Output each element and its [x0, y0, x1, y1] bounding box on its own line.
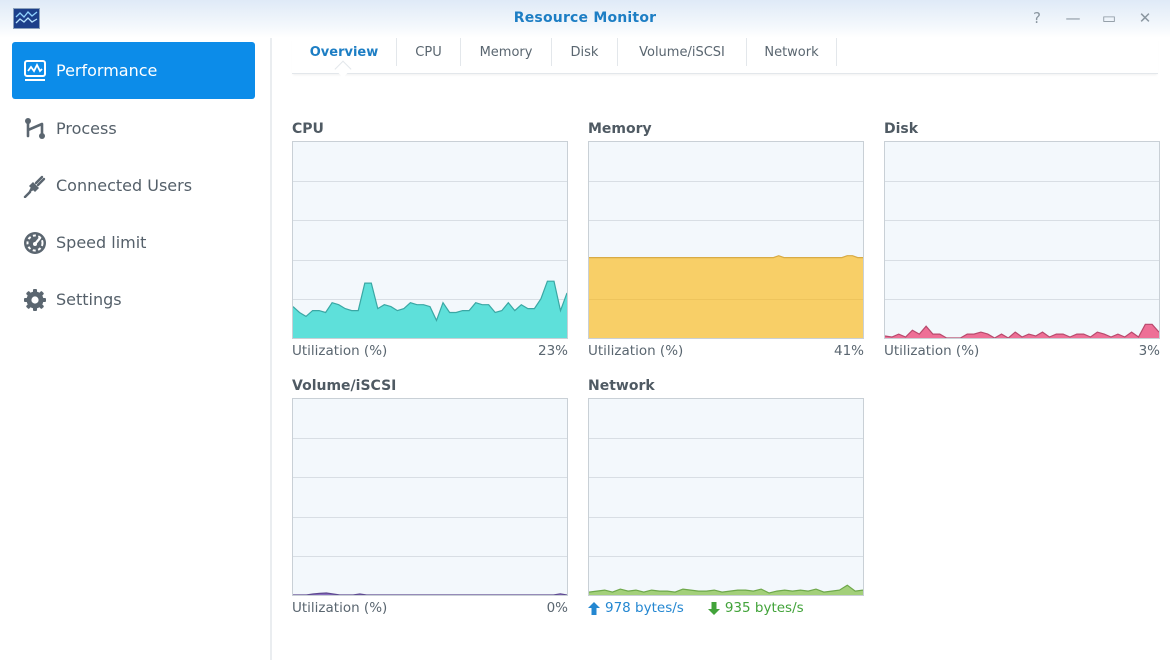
network-panel: Network 978 bytes/s 935 bytes/s — [588, 378, 864, 616]
memory-area — [589, 255, 863, 338]
disk-chart — [884, 141, 1160, 339]
tab-bar: Overview CPU Memory Disk Volume/iSCSI Ne… — [292, 38, 1158, 74]
disk-caption: Utilization (%) 3% — [884, 343, 1160, 361]
volume-chart-svg — [293, 438, 567, 595]
volume-chart — [292, 398, 568, 596]
network-area — [589, 585, 863, 595]
window-title: Resource Monitor — [513, 10, 657, 26]
tab-disk[interactable]: Disk — [551, 38, 617, 66]
sidebar-item-label: Performance — [56, 61, 158, 80]
memory-utilization-label: Utilization (%) — [588, 343, 684, 359]
volume-utilization-value: 0% — [546, 600, 568, 616]
memory-chart — [588, 141, 864, 339]
cpu-chart — [292, 141, 568, 339]
arrow-up-icon — [588, 601, 600, 615]
arrow-down-icon — [707, 601, 720, 615]
window-controls: ? — ▭ ✕ — [1026, 8, 1156, 28]
cpu-utilization-label: Utilization (%) — [292, 343, 388, 359]
disk-utilization-value: 3% — [1138, 343, 1160, 359]
tab-network[interactable]: Network — [746, 38, 837, 66]
gear-icon — [22, 287, 48, 313]
download-rate: 935 bytes/s — [724, 600, 804, 616]
cpu-chart-svg — [293, 181, 567, 338]
close-icon: ✕ — [1138, 9, 1152, 27]
network-upload: 978 bytes/s — [588, 600, 684, 616]
memory-line — [589, 255, 863, 259]
sidebar-item-performance[interactable]: Performance — [12, 42, 255, 99]
cpu-caption: Utilization (%) 23% — [292, 343, 568, 361]
minimize-icon: — — [1065, 9, 1081, 27]
network-chart-svg — [589, 438, 863, 595]
sidebar-item-settings[interactable]: Settings — [12, 271, 255, 328]
sidebar-item-connected-users[interactable]: Connected Users — [12, 157, 255, 214]
network-caption: 978 bytes/s 935 bytes/s — [588, 600, 864, 616]
memory-utilization-value: 41% — [833, 343, 864, 359]
sidebar-item-label: Speed limit — [56, 233, 147, 252]
help-button[interactable]: ? — [1026, 8, 1048, 28]
tab-cpu[interactable]: CPU — [396, 38, 460, 66]
plug-icon — [22, 173, 48, 199]
cpu-panel: CPU Utilization (%) 23% — [292, 121, 568, 361]
help-icon: ? — [1033, 9, 1041, 27]
process-icon — [22, 116, 48, 142]
disk-utilization-label: Utilization (%) — [884, 343, 980, 359]
volume-caption: Utilization (%) 0% — [292, 600, 568, 618]
disk-panel: Disk Utilization (%) 3% — [884, 121, 1160, 361]
close-button[interactable]: ✕ — [1134, 8, 1156, 28]
speedometer-icon — [22, 230, 48, 256]
sidebar-item-process[interactable]: Process — [12, 100, 255, 157]
cpu-utilization-value: 23% — [537, 343, 568, 359]
volume-panel: Volume/iSCSI Utilization (%) 0% — [292, 378, 568, 618]
cpu-area — [293, 281, 567, 338]
sidebar-item-label: Connected Users — [56, 176, 193, 195]
memory-panel-title: Memory — [588, 121, 652, 137]
tab-volume-iscsi[interactable]: Volume/iSCSI — [617, 38, 746, 66]
volume-utilization-label: Utilization (%) — [292, 600, 388, 616]
maximize-icon: ▭ — [1101, 9, 1117, 27]
memory-caption: Utilization (%) 41% — [588, 343, 864, 361]
sidebar: Performance Process Connected Users Spee… — [0, 38, 272, 660]
performance-icon — [22, 58, 48, 84]
sidebar-item-label: Settings — [56, 290, 122, 309]
disk-chart-svg — [885, 181, 1159, 338]
upload-rate: 978 bytes/s — [605, 600, 684, 616]
sidebar-item-speed-limit[interactable]: Speed limit — [12, 214, 255, 271]
cpu-panel-title: CPU — [292, 121, 324, 137]
volume-line — [293, 592, 567, 595]
volume-panel-title: Volume/iSCSI — [292, 378, 397, 394]
memory-chart-svg — [589, 181, 863, 338]
disk-panel-title: Disk — [884, 121, 919, 137]
sidebar-item-label: Process — [56, 119, 117, 138]
title-bar: Resource Monitor ? — ▭ ✕ — [0, 0, 1170, 38]
network-download: 935 bytes/s — [707, 600, 804, 616]
network-panel-title: Network — [588, 378, 655, 394]
maximize-button[interactable]: ▭ — [1098, 8, 1120, 28]
network-chart — [588, 398, 864, 596]
memory-panel: Memory Utilization (%) 41% — [588, 121, 864, 361]
minimize-button[interactable]: — — [1062, 8, 1084, 28]
tab-memory[interactable]: Memory — [460, 38, 551, 66]
